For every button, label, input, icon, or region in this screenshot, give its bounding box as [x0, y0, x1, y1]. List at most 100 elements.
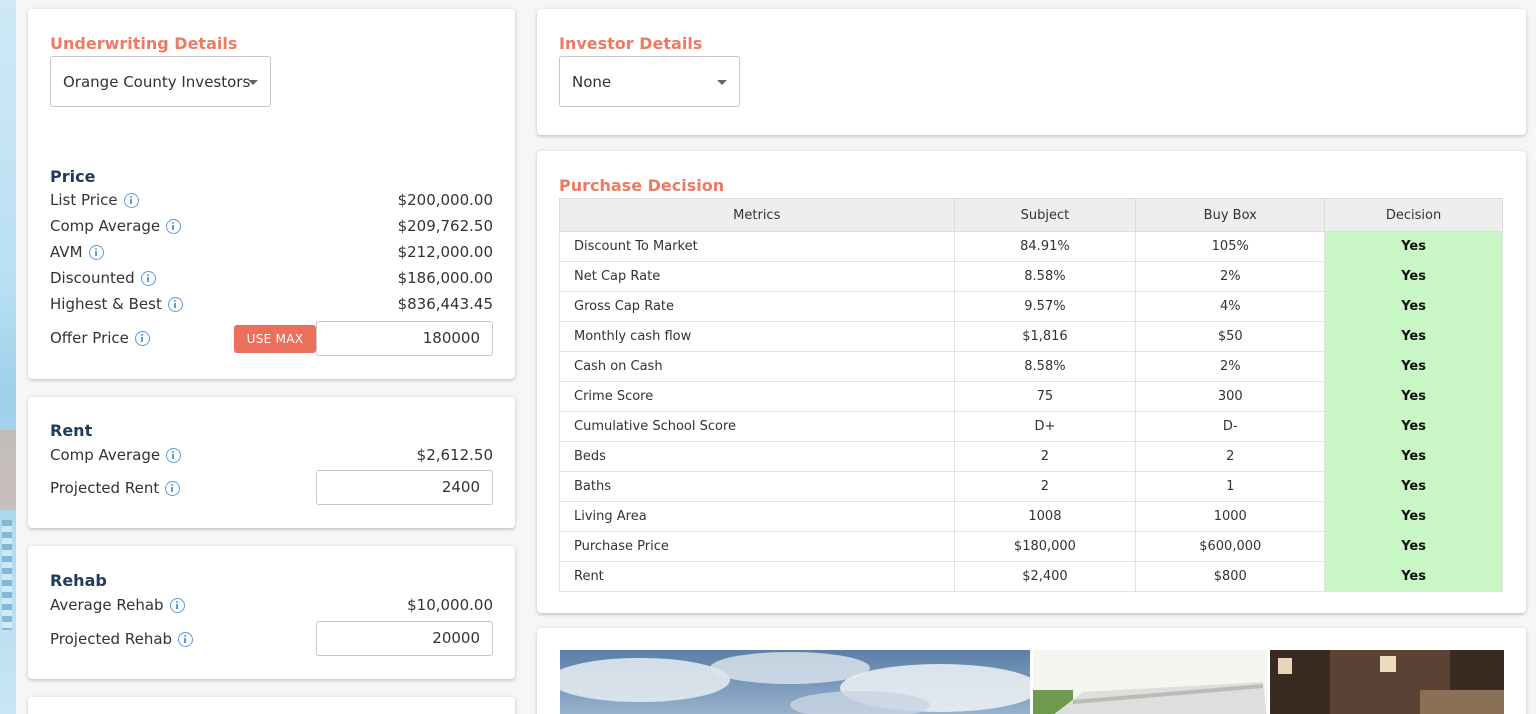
header-buy-box: Buy Box: [1135, 198, 1326, 232]
chevron-down-icon: [717, 80, 727, 85]
background-shape: [2, 520, 12, 630]
info-icon[interactable]: [88, 244, 104, 260]
projected-rehab-input[interactable]: 20000: [316, 621, 493, 656]
table-row: Rent $2,400 $800 Yes: [559, 561, 1503, 592]
decision-table: Metrics Subject Buy Box Decision Discoun…: [559, 198, 1503, 592]
underwriting-select[interactable]: Orange County Investors: [50, 56, 271, 107]
metric-cell: Cash on Cash: [559, 351, 955, 382]
projected-rent-input[interactable]: 2400: [316, 470, 493, 505]
discounted-label: Discounted: [50, 269, 135, 287]
buy-box-cell: 105%: [1135, 231, 1326, 262]
projected-rent-label: Projected Rent: [50, 479, 160, 497]
highest-best-label: Highest & Best: [50, 295, 162, 313]
table-row: Baths 2 1 Yes: [559, 471, 1503, 502]
avm-label: AVM: [50, 243, 83, 261]
buy-box-cell: 1000: [1135, 501, 1326, 532]
property-photo-roof[interactable]: [1033, 650, 1267, 714]
table-row: Monthly cash flow $1,816 $50 Yes: [559, 321, 1503, 352]
rent-comp-average-label: Comp Average: [50, 446, 161, 464]
decision-cell: Yes: [1324, 531, 1503, 562]
underwriting-select-value: Orange County Investors: [63, 72, 251, 91]
header-metrics: Metrics: [559, 198, 955, 232]
buy-box-cell: 300: [1135, 381, 1326, 412]
rehab-card: Rehab Average Rehab $10,000.00 Projected…: [28, 546, 515, 679]
table-row: Cash on Cash 8.58% 2% Yes: [559, 351, 1503, 382]
info-icon[interactable]: [166, 447, 182, 463]
rent-section-title: Rent: [50, 421, 93, 440]
investor-select-value: None: [572, 72, 612, 91]
property-photo-interior[interactable]: [1270, 650, 1504, 714]
subject-cell: 2: [953, 441, 1137, 472]
metric-cell: Living Area: [559, 501, 955, 532]
metric-cell: Cumulative School Score: [559, 411, 955, 442]
info-icon[interactable]: [178, 631, 194, 647]
projected-rehab-label: Projected Rehab: [50, 630, 173, 648]
info-icon[interactable]: [123, 192, 139, 208]
property-photo-exterior[interactable]: [560, 650, 1030, 714]
comp-average-row: Comp Average $209,762.50: [50, 215, 493, 237]
property-photo-roof-image: [1033, 650, 1267, 714]
decision-cell: Yes: [1324, 471, 1503, 502]
metric-cell: Purchase Price: [559, 531, 955, 562]
comp-average-value: $209,762.50: [397, 217, 493, 235]
decision-cell: Yes: [1324, 441, 1503, 472]
decision-cell: Yes: [1324, 321, 1503, 352]
info-icon[interactable]: [166, 218, 182, 234]
average-rehab-value: $10,000.00: [407, 596, 493, 614]
header-decision: Decision: [1324, 198, 1503, 232]
property-photo-exterior-image: [560, 650, 1030, 714]
subject-cell: $180,000: [953, 531, 1137, 562]
buy-box-cell: 2%: [1135, 261, 1326, 292]
table-row: Cumulative School Score D+ D- Yes: [559, 411, 1503, 442]
info-icon[interactable]: [167, 296, 183, 312]
info-icon[interactable]: [140, 270, 156, 286]
rent-card: Rent Comp Average $2,612.50 Projected Re…: [28, 397, 515, 528]
table-row: Living Area 1008 1000 Yes: [559, 501, 1503, 532]
info-icon[interactable]: [165, 480, 181, 496]
metric-cell: Beds: [559, 441, 955, 472]
metric-cell: Gross Cap Rate: [559, 291, 955, 322]
subject-cell: 8.58%: [953, 351, 1137, 382]
investor-card: Investor Details None: [537, 9, 1526, 135]
purchase-decision-card: Purchase Decision Metrics Subject Buy Bo…: [537, 151, 1526, 613]
decision-cell: Yes: [1324, 561, 1503, 592]
decision-cell: Yes: [1324, 411, 1503, 442]
offer-price-input[interactable]: 180000: [316, 321, 493, 356]
decision-table-header: Metrics Subject Buy Box Decision: [559, 198, 1503, 232]
background-image-strip: [0, 0, 16, 714]
subject-cell: $1,816: [953, 321, 1137, 352]
metric-cell: Rent: [559, 561, 955, 592]
subject-cell: 2: [953, 471, 1137, 502]
decision-cell: Yes: [1324, 261, 1503, 292]
buy-box-cell: 2%: [1135, 351, 1326, 382]
subject-cell: D+: [953, 411, 1137, 442]
underwriting-title: Underwriting Details: [50, 34, 238, 53]
buy-box-cell: 4%: [1135, 291, 1326, 322]
investor-select[interactable]: None: [559, 56, 740, 107]
rehab-section-title: Rehab: [50, 571, 107, 590]
decision-cell: Yes: [1324, 291, 1503, 322]
buy-box-cell: D-: [1135, 411, 1326, 442]
metric-cell: Crime Score: [559, 381, 955, 412]
purchase-decision-title: Purchase Decision: [559, 176, 725, 195]
header-subject: Subject: [953, 198, 1137, 232]
info-icon[interactable]: [169, 597, 185, 613]
underwriting-card: Underwriting Details Orange County Inves…: [28, 9, 515, 379]
table-row: Purchase Price $180,000 $600,000 Yes: [559, 531, 1503, 562]
rent-comp-average-row: Comp Average $2,612.50: [50, 444, 493, 466]
list-price-label: List Price: [50, 191, 118, 209]
rent-comp-average-value: $2,612.50: [416, 446, 493, 464]
highest-best-value: $836,443.45: [397, 295, 493, 313]
decision-cell: Yes: [1324, 501, 1503, 532]
highest-best-row: Highest & Best $836,443.45: [50, 293, 493, 315]
property-photo-interior-image: [1270, 650, 1504, 714]
use-max-button[interactable]: USE MAX: [234, 325, 316, 353]
next-card: [28, 697, 515, 714]
metric-cell: Baths: [559, 471, 955, 502]
discounted-value: $186,000.00: [397, 269, 493, 287]
buy-box-cell: 1: [1135, 471, 1326, 502]
table-row: Gross Cap Rate 9.57% 4% Yes: [559, 291, 1503, 322]
info-icon[interactable]: [134, 330, 150, 346]
metric-cell: Net Cap Rate: [559, 261, 955, 292]
buy-box-cell: $600,000: [1135, 531, 1326, 562]
